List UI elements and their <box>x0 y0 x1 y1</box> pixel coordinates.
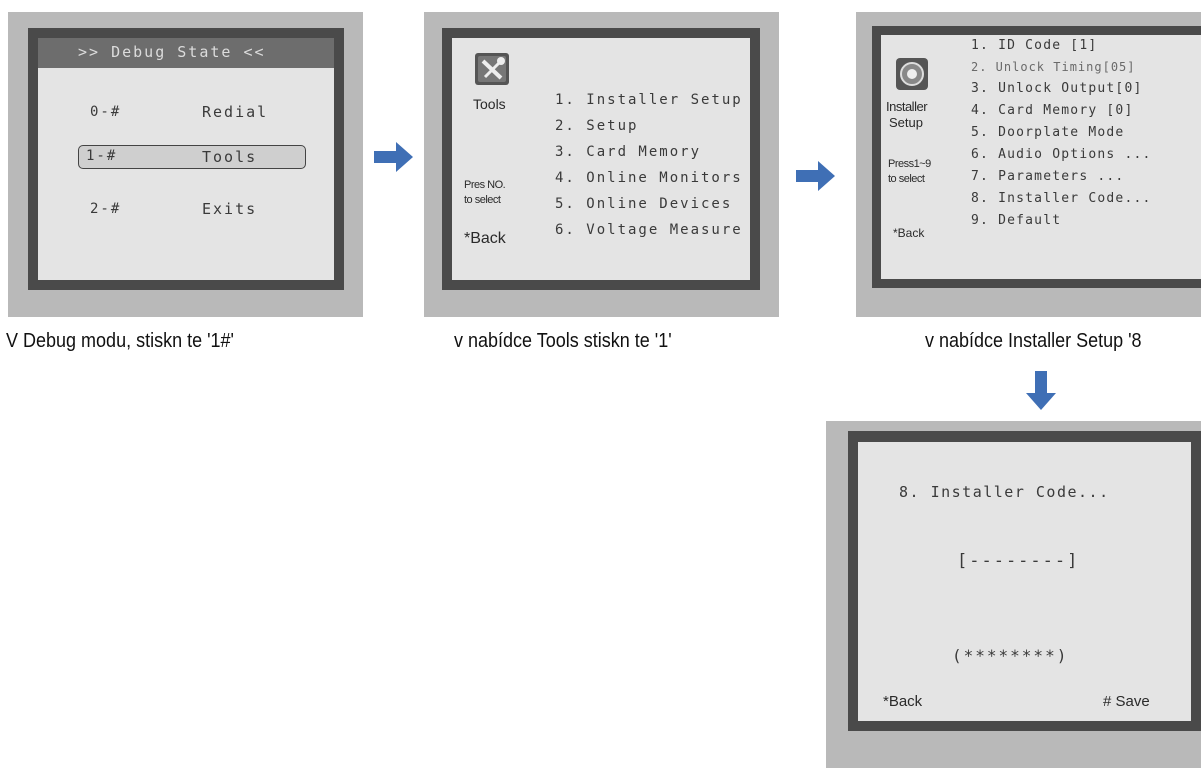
menu-item[interactable]: 9. Default <box>971 213 1061 228</box>
menu-item[interactable]: 5. Doorplate Mode <box>971 125 1124 140</box>
save-hint[interactable]: # Save <box>1103 693 1150 710</box>
arrow-down-icon <box>1026 371 1056 410</box>
menu-item[interactable]: 7. Parameters ... <box>971 169 1124 184</box>
select-prompt: Press1~9 <box>888 158 931 170</box>
menu-item[interactable]: 2. Unlock Timing[05] <box>971 60 1136 74</box>
menu-item[interactable]: 2. Setup <box>555 118 638 134</box>
tools-screen: Tools Pres NO. to select *Back 1. Instal… <box>452 38 750 280</box>
installer-setup-screen: Installer Setup Press1~9 to select *Back… <box>881 35 1201 279</box>
back-hint[interactable]: *Back <box>883 693 922 710</box>
installer-icon-label: Installer <box>886 99 928 114</box>
installer-code-frame: 8. Installer Code... [--------] (*******… <box>848 431 1201 731</box>
debug-state-frame: >> Debug State << 0-# Redial 1-# Tools 2… <box>28 28 344 290</box>
installer-setup-panel: Installer Setup Press1~9 to select *Back… <box>856 12 1201 317</box>
password-field[interactable]: (********) <box>952 646 1068 665</box>
menu-key: 0-# <box>90 104 122 120</box>
menu-item[interactable]: 4. Online Monitors <box>555 170 743 186</box>
menu-key: 1-# <box>86 148 118 164</box>
debug-title: >> Debug State << <box>78 43 266 61</box>
menu-item[interactable]: 1. Installer Setup <box>555 92 743 108</box>
caption-step1: V Debug modu, stiskn te '1#' <box>6 330 235 352</box>
debug-state-panel: >> Debug State << 0-# Redial 1-# Tools 2… <box>8 12 363 317</box>
arrow-right-icon <box>374 142 413 172</box>
code-input-field[interactable]: [--------] <box>957 551 1079 571</box>
tools-frame: Tools Pres NO. to select *Back 1. Instal… <box>442 28 760 290</box>
select-prompt: Pres NO. <box>464 179 506 191</box>
menu-item[interactable]: 3. Unlock Output[0] <box>971 81 1143 96</box>
arrow-right-icon <box>796 161 835 191</box>
installer-code-panel: 8. Installer Code... [--------] (*******… <box>826 421 1201 768</box>
back-hint[interactable]: *Back <box>893 226 924 240</box>
select-prompt: to select <box>464 194 501 206</box>
select-prompt: to select <box>888 173 925 185</box>
menu-label-redial[interactable]: Redial <box>202 103 268 121</box>
menu-label-exits[interactable]: Exits <box>202 200 257 218</box>
tools-icon-label: Tools <box>473 96 506 112</box>
menu-item[interactable]: 6. Audio Options ... <box>971 147 1152 162</box>
menu-item[interactable]: 5. Online Devices <box>555 196 732 212</box>
installer-setup-icon <box>896 58 928 90</box>
menu-item[interactable]: 8. Installer Code... <box>971 191 1152 206</box>
tools-icon <box>475 53 509 85</box>
menu-label-tools[interactable]: Tools <box>202 148 257 166</box>
back-hint[interactable]: *Back <box>464 230 506 248</box>
installer-setup-frame: Installer Setup Press1~9 to select *Back… <box>872 26 1201 288</box>
installer-code-screen: 8. Installer Code... [--------] (*******… <box>858 442 1191 721</box>
installer-code-title: 8. Installer Code... <box>899 483 1110 501</box>
tools-panel: Tools Pres NO. to select *Back 1. Instal… <box>424 12 779 317</box>
menu-item[interactable]: 1. ID Code [1] <box>971 38 1097 53</box>
menu-item[interactable]: 6. Voltage Measure <box>555 222 743 238</box>
menu-item[interactable]: 3. Card Memory <box>555 144 701 160</box>
menu-item[interactable]: 4. Card Memory [0] <box>971 103 1133 118</box>
menu-key: 2-# <box>90 201 122 217</box>
debug-state-screen: >> Debug State << 0-# Redial 1-# Tools 2… <box>38 38 334 280</box>
caption-step3: v nabídce Installer Setup '8 <box>925 330 1142 352</box>
caption-step2: v nabídce Tools stiskn te '1' <box>454 330 672 352</box>
installer-icon-label: Setup <box>889 115 923 130</box>
